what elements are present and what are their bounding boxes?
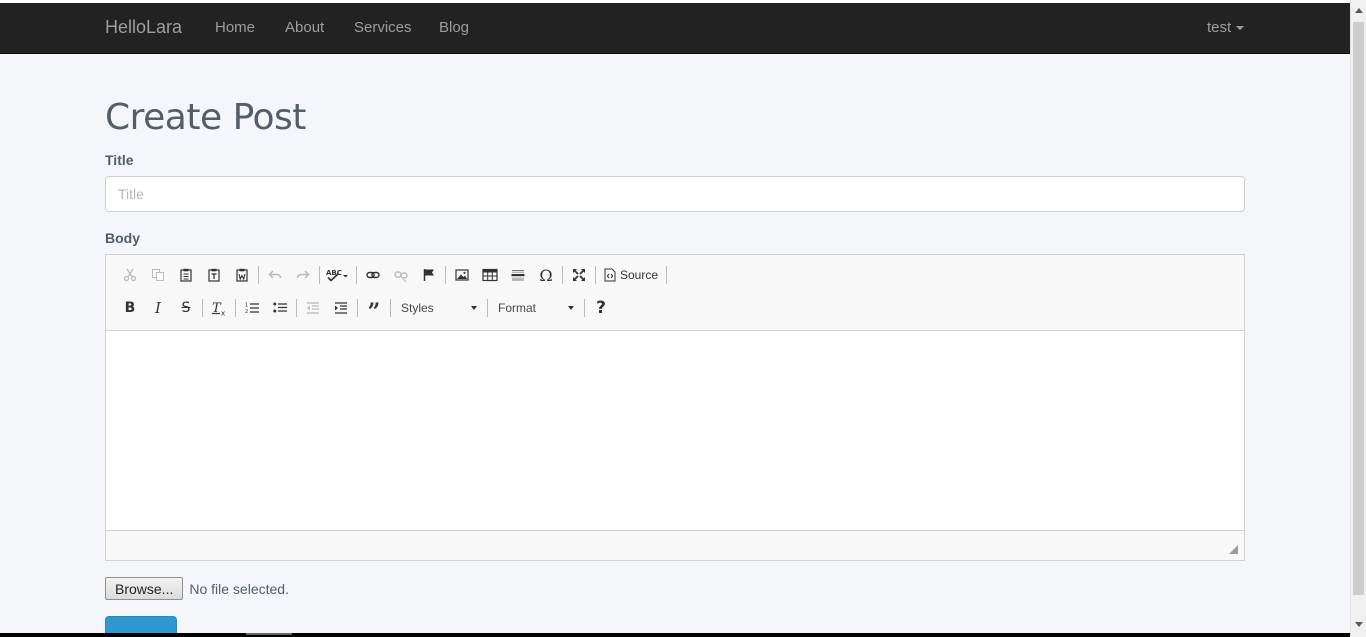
special-char-icon[interactable]: Ω xyxy=(532,263,560,287)
spellcheck-icon[interactable]: ABC xyxy=(322,263,354,287)
styles-dropdown[interactable]: Styles xyxy=(393,296,485,320)
undo-icon[interactable] xyxy=(261,263,289,287)
indent-icon[interactable] xyxy=(327,296,355,320)
svg-text:1: 1 xyxy=(245,303,248,309)
toolbar-separator xyxy=(584,299,585,317)
nav-about[interactable]: About xyxy=(285,19,324,36)
toolbar-separator xyxy=(595,266,596,284)
bold-icon[interactable]: B xyxy=(116,296,144,320)
toolbar-separator xyxy=(235,299,236,317)
paste-word-icon[interactable] xyxy=(228,263,256,287)
maximize-icon[interactable] xyxy=(565,263,593,287)
bulleted-list-icon[interactable] xyxy=(266,296,294,320)
vertical-scrollbar[interactable] xyxy=(1350,0,1366,637)
nav-services[interactable]: Services xyxy=(354,19,412,36)
bottom-edge-marker xyxy=(246,633,292,635)
outdent-icon[interactable] xyxy=(299,296,327,320)
title-input[interactable] xyxy=(105,176,1245,212)
format-dropdown[interactable]: Format xyxy=(490,296,582,320)
svg-text:2: 2 xyxy=(245,309,248,315)
source-icon xyxy=(604,268,616,282)
unlink-icon[interactable] xyxy=(387,263,415,287)
help-icon[interactable]: ? xyxy=(587,296,615,320)
scroll-down-icon[interactable] xyxy=(1355,622,1363,627)
navbar: HelloLara Home About Services Blog test xyxy=(0,3,1350,54)
file-status: No file selected. xyxy=(189,580,289,597)
scroll-up-icon[interactable] xyxy=(1355,8,1363,13)
numbered-list-icon[interactable]: 12 xyxy=(238,296,266,320)
editor-content-area[interactable] xyxy=(106,330,1244,531)
main-content: Create Post Title Body xyxy=(0,54,1350,637)
page-title: Create Post xyxy=(105,97,306,138)
scrollbar-thumb[interactable] xyxy=(1353,22,1364,595)
toolbar-separator xyxy=(445,266,446,284)
caret-down-icon xyxy=(1236,26,1245,31)
file-upload: Browse... No file selected. xyxy=(105,577,289,600)
format-label: Format xyxy=(498,301,537,315)
toolbar-separator xyxy=(258,266,259,284)
paste-icon[interactable] xyxy=(172,263,200,287)
title-label: Title xyxy=(105,152,134,168)
toolbar-separator xyxy=(487,299,488,317)
paste-text-icon[interactable] xyxy=(200,263,228,287)
bottom-edge xyxy=(0,633,1350,637)
source-label: Source xyxy=(620,268,659,282)
toolbar-separator xyxy=(562,266,563,284)
toolbar-separator xyxy=(390,299,391,317)
italic-icon[interactable]: I xyxy=(144,296,172,320)
toolbar-separator xyxy=(357,299,358,317)
image-icon[interactable] xyxy=(448,263,476,287)
nav-blog[interactable]: Blog xyxy=(439,19,469,36)
svg-text:x: x xyxy=(221,310,225,317)
browse-button[interactable]: Browse... xyxy=(105,577,184,600)
redo-icon[interactable] xyxy=(289,263,317,287)
remove-format-icon[interactable]: Tx xyxy=(205,296,233,320)
caret-down-icon xyxy=(568,306,574,310)
body-label: Body xyxy=(105,230,140,246)
toolbar-separator xyxy=(319,266,320,284)
blockquote-icon[interactable]: ” xyxy=(360,296,388,325)
source-button[interactable]: Source xyxy=(598,263,664,287)
user-dropdown[interactable]: test xyxy=(1207,19,1245,36)
caret-down-icon xyxy=(471,306,477,310)
brand-link[interactable]: HelloLara xyxy=(105,17,182,38)
horizontal-line-icon[interactable] xyxy=(504,263,532,287)
editor-toolbar-row-1: ABC Ω Source xyxy=(116,263,669,287)
toolbar-separator xyxy=(356,266,357,284)
toolbar-separator xyxy=(666,266,668,284)
table-icon[interactable] xyxy=(476,263,504,287)
editor-toolbar-row-2: B I S Tx 12 ” Styles Format ? xyxy=(116,296,615,325)
styles-label: Styles xyxy=(401,301,434,315)
copy-icon[interactable] xyxy=(144,263,172,287)
nav-home[interactable]: Home xyxy=(215,19,255,36)
anchor-flag-icon[interactable] xyxy=(415,263,443,287)
rich-text-editor: ABC Ω Source B I S T x 1 2 ” Styles Form… xyxy=(105,254,1245,561)
toolbar-separator xyxy=(296,299,297,317)
strikethrough-icon[interactable]: S xyxy=(172,296,200,320)
user-name: test xyxy=(1207,19,1232,36)
link-icon[interactable] xyxy=(359,263,387,287)
svg-text:ABC: ABC xyxy=(326,269,342,277)
toolbar-separator xyxy=(202,299,203,317)
resize-handle-icon[interactable] xyxy=(1229,545,1238,554)
cut-icon[interactable] xyxy=(116,263,144,287)
